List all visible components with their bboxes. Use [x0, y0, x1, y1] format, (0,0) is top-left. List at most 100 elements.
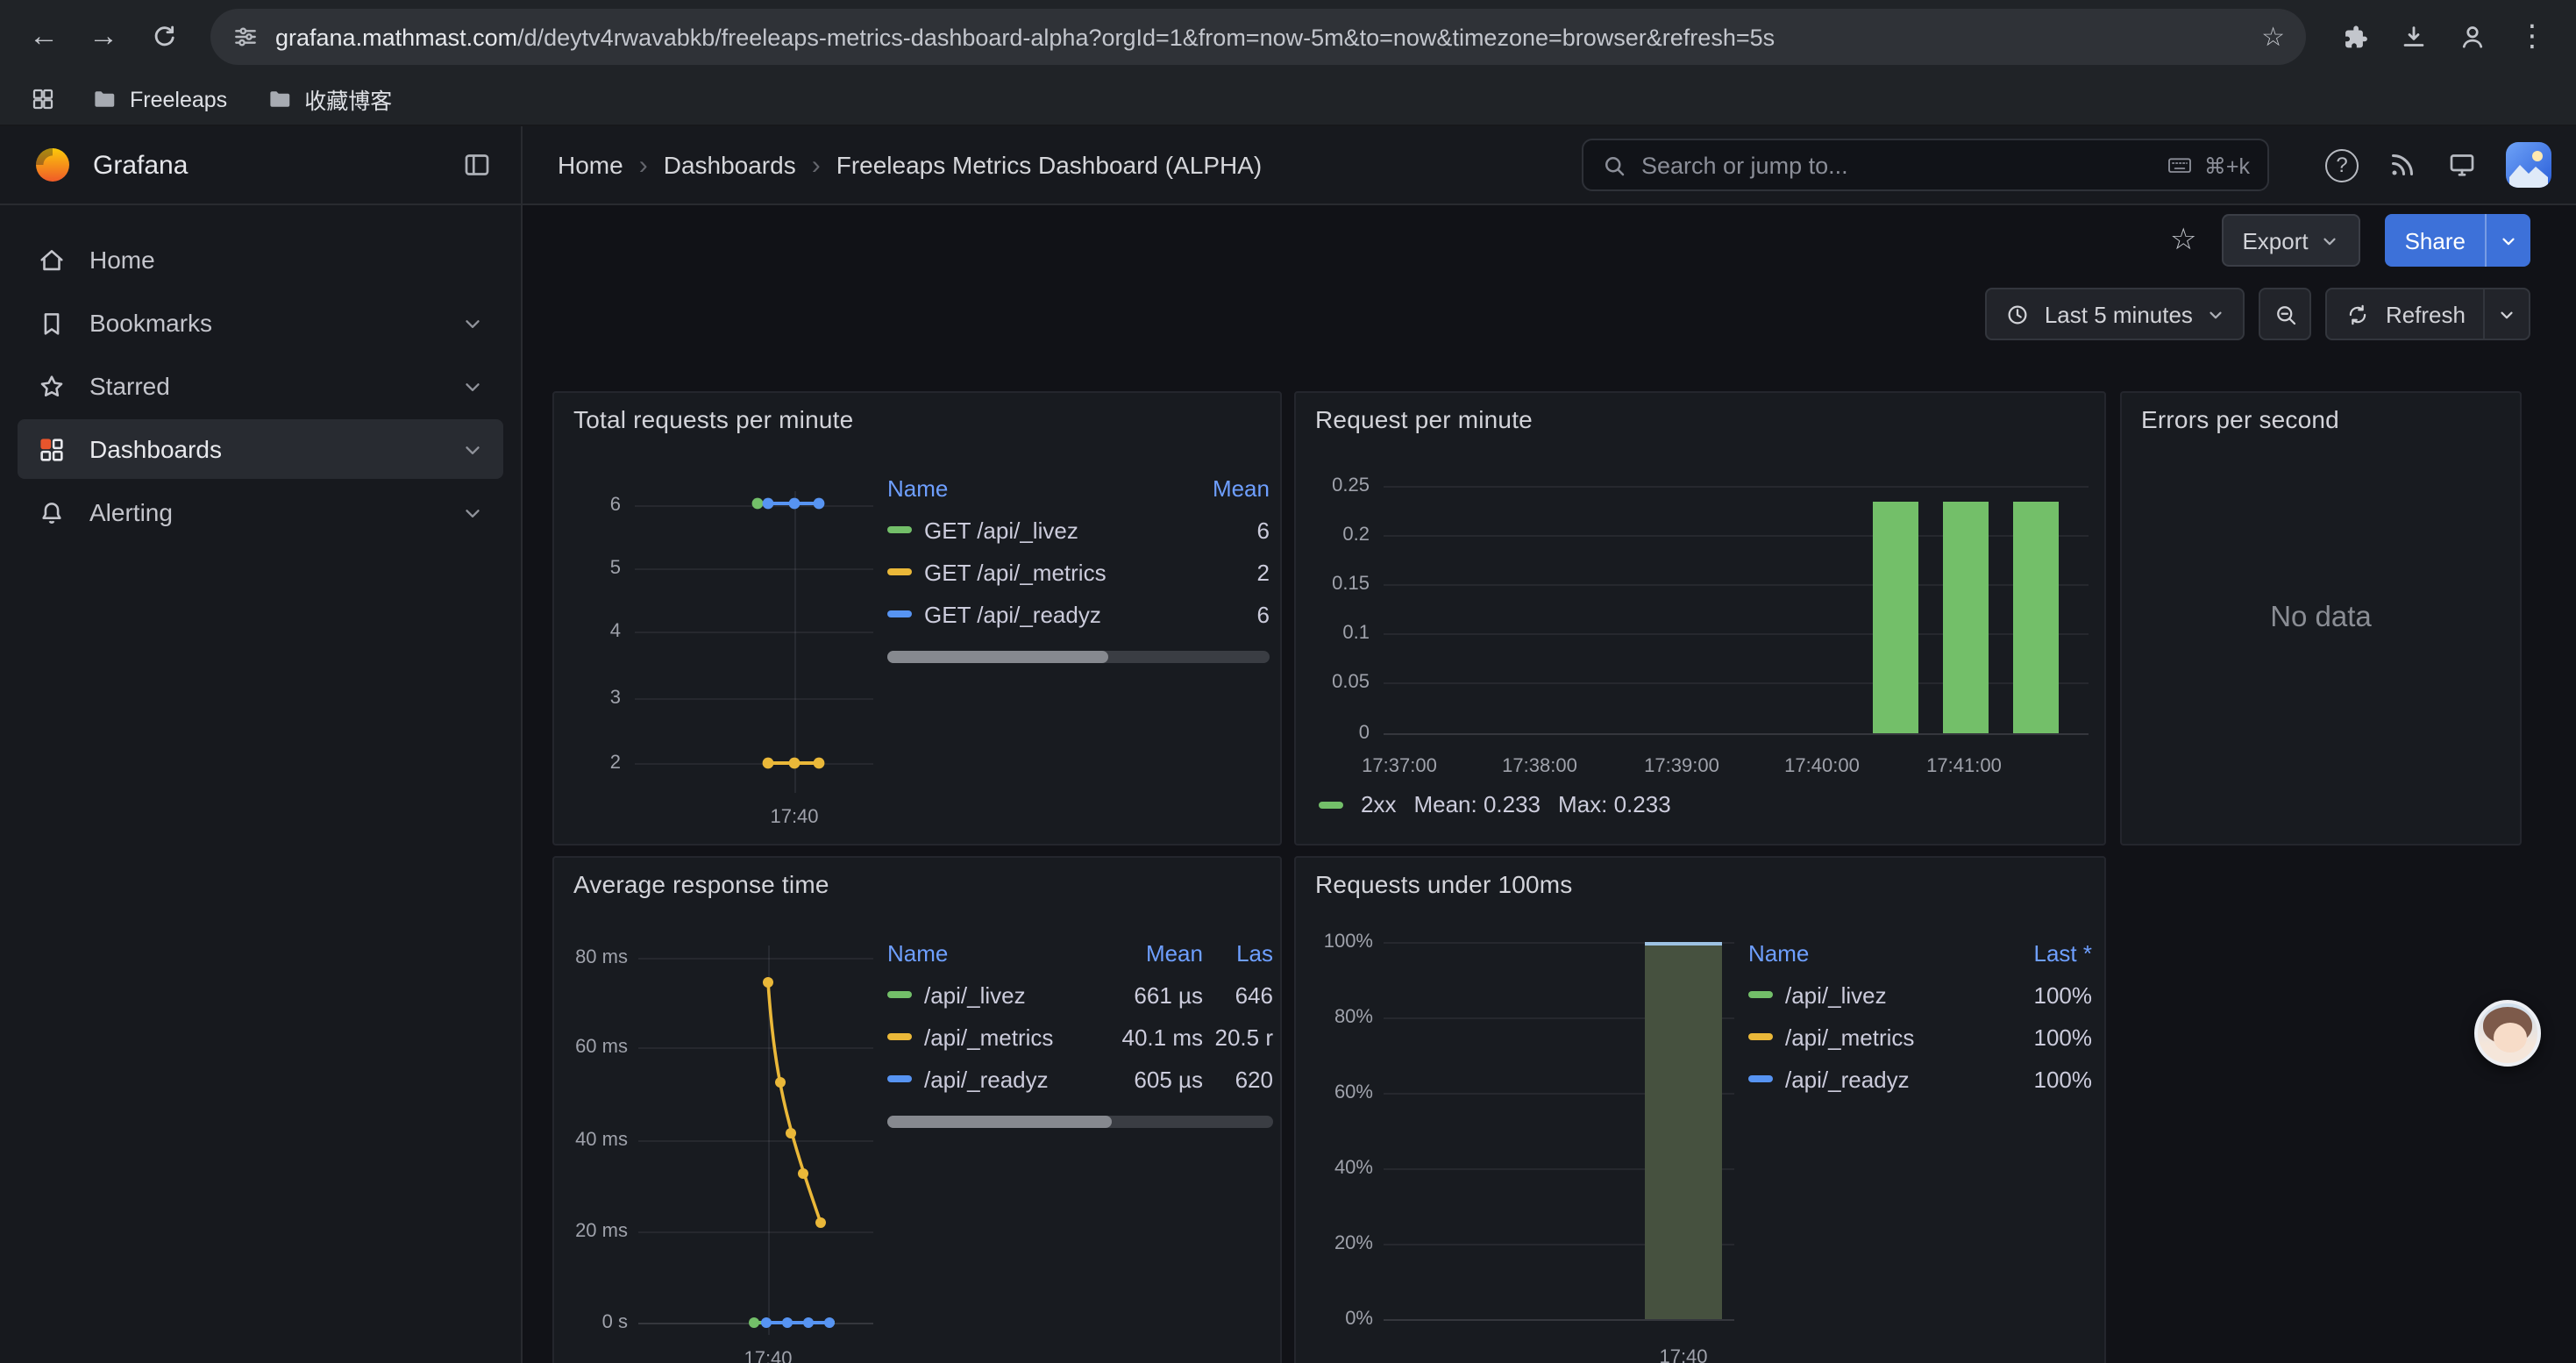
legend-row[interactable]: GET /api/_readyz 6 [887, 593, 1270, 635]
sidebar-nav: Home Bookmarks Starred Dashboards [0, 205, 523, 1363]
search-input[interactable] [1641, 152, 2152, 178]
chevron-down-icon[interactable] [461, 375, 484, 397]
bookmark-blog[interactable]: 收藏博客 [255, 77, 402, 121]
sidebar-item-starred[interactable]: Starred [18, 356, 503, 416]
bookmark-freeleaps[interactable]: Freeleaps [81, 81, 238, 118]
refresh-interval-button[interactable] [2483, 289, 2529, 339]
reload-icon[interactable] [137, 11, 189, 63]
monitor-icon[interactable] [2446, 149, 2478, 181]
legend-row[interactable]: /api/_livez 100% [1748, 974, 2092, 1016]
x-tick: 17:41:00 [1926, 756, 2002, 777]
assistant-avatar-bubble[interactable] [2474, 1000, 2541, 1067]
legend-row[interactable]: /api/_readyz 605 µs 620 [887, 1058, 1273, 1100]
legend-row[interactable]: /api/_metrics 100% [1748, 1016, 2092, 1058]
search-icon [1601, 152, 1627, 178]
site-settings-icon[interactable] [231, 23, 260, 51]
extensions-icon[interactable] [2327, 11, 2380, 63]
series-swatch [887, 991, 912, 998]
y-tick: 80% [1303, 1007, 1373, 1028]
legend-scrollbar[interactable] [887, 651, 1270, 663]
legend-col-name[interactable]: Name [887, 475, 1192, 501]
bookmark-label: Freeleaps [130, 87, 227, 111]
panel-request-per-minute: Request per minute 0.25 0.2 0.15 0.1 0.0… [1294, 391, 2106, 846]
folder-icon [266, 86, 292, 112]
forward-icon[interactable]: → [77, 11, 130, 63]
back-icon[interactable]: ← [18, 11, 70, 63]
legend-row[interactable]: GET /api/_livez 6 [887, 509, 1270, 551]
share-menu-button[interactable] [2485, 214, 2530, 267]
series-name[interactable]: 2xx [1361, 791, 1396, 817]
bookmark-star-icon[interactable]: ☆ [2261, 21, 2285, 53]
panel-errors-per-second: Errors per second No data [2120, 391, 2522, 846]
legend-col-name[interactable]: Name [887, 939, 1101, 966]
panel-title[interactable]: Requests under 100ms [1315, 870, 1573, 898]
legend-row[interactable]: /api/_livez 661 µs 646 [887, 974, 1273, 1016]
help-icon[interactable]: ? [2325, 148, 2359, 182]
y-tick: 20 ms [561, 1221, 628, 1242]
y-tick: 0% [1303, 1309, 1373, 1330]
zoom-out-icon [2273, 301, 2299, 327]
news-rss-icon[interactable] [2387, 149, 2418, 181]
chevron-down-icon[interactable] [461, 501, 484, 524]
search-input-container[interactable]: ⌘+k [1582, 139, 2269, 191]
dashboards-grid-icon [37, 434, 67, 464]
sidebar-item-bookmarks[interactable]: Bookmarks [18, 293, 503, 353]
favorite-star-icon[interactable]: ☆ [2170, 223, 2197, 258]
dashboard-main: ☆ Export Share Last 5 minutes [523, 205, 2576, 1363]
share-button[interactable]: Share [2386, 214, 2485, 267]
downloads-icon[interactable] [2387, 11, 2439, 63]
sidebar-item-alerting[interactable]: Alerting [18, 482, 503, 542]
legend-row[interactable]: /api/_readyz 100% [1748, 1058, 2092, 1100]
y-tick: 0.2 [1306, 525, 1370, 546]
bar-2xx [1943, 502, 1989, 733]
breadcrumb-home[interactable]: Home [558, 151, 623, 179]
panel-title[interactable]: Average response time [573, 870, 829, 898]
url-bar[interactable]: grafana.mathmast.com/d/deytv4rwavabkb/fr… [210, 9, 2306, 65]
sidebar-item-label: Starred [89, 372, 170, 400]
legend-col-last[interactable]: Last * [1994, 939, 2092, 966]
sidebar-item-home[interactable]: Home [18, 230, 503, 289]
y-tick: 0.1 [1306, 623, 1370, 644]
series-swatch [887, 1075, 912, 1082]
legend-col-mean[interactable]: Mean [1101, 939, 1203, 966]
star-icon [37, 371, 67, 401]
zoom-out-button[interactable] [2259, 288, 2312, 340]
avatar-face [2494, 1023, 2527, 1053]
user-avatar[interactable] [2506, 142, 2551, 188]
chevron-down-icon[interactable] [461, 438, 484, 460]
panel-title[interactable]: Total requests per minute [573, 405, 853, 433]
legend-row[interactable]: /api/_metrics 40.1 ms 20.5 r [887, 1016, 1273, 1058]
menu-kebab-icon[interactable]: ⋮ [2506, 11, 2558, 63]
sidebar-toggle-icon[interactable] [461, 149, 493, 181]
series-swatch [1319, 801, 1343, 808]
y-tick: 6 [565, 495, 621, 516]
sidebar-item-dashboards[interactable]: Dashboards [18, 419, 503, 479]
refresh-button[interactable]: Refresh [2328, 289, 2483, 339]
breadcrumb-current: Freeleaps Metrics Dashboard (ALPHA) [836, 151, 1263, 179]
apps-grid-icon[interactable] [21, 78, 63, 120]
y-tick: 3 [565, 688, 621, 709]
series-max: Max: 0.233 [1558, 791, 1671, 817]
breadcrumb-dashboards[interactable]: Dashboards [664, 151, 796, 179]
no-data-message: No data [2122, 393, 2520, 844]
breadcrumb: Home › Dashboards › Freeleaps Metrics Da… [558, 150, 1262, 180]
x-tick: 17:39:00 [1644, 756, 1719, 777]
y-tick: 80 ms [561, 947, 628, 968]
panel-title[interactable]: Request per minute [1315, 405, 1533, 433]
series-swatch [1748, 1075, 1773, 1082]
legend-col-mean[interactable]: Mean [1192, 475, 1270, 501]
bookmarks-bar: Freeleaps 收藏博客 [0, 74, 2576, 126]
keyboard-icon [2166, 151, 2194, 179]
series-swatch [887, 568, 912, 575]
chevron-down-icon[interactable] [461, 311, 484, 334]
legend-table: Name Mean Las /api/_livez 661 µs 646 /ap… [887, 931, 1273, 1128]
legend-col-name[interactable]: Name [1748, 939, 1994, 966]
legend-scrollbar[interactable] [887, 1116, 1273, 1128]
profile-icon[interactable] [2446, 11, 2499, 63]
export-button[interactable]: Export [2221, 214, 2360, 267]
legend-col-last[interactable]: Las [1203, 939, 1273, 966]
time-range-button[interactable]: Last 5 minutes [1985, 288, 2245, 340]
dashboard-toolbar: ☆ Export Share [523, 205, 2576, 275]
grafana-logo[interactable] [32, 144, 74, 186]
legend-row[interactable]: GET /api/_metrics 2 [887, 551, 1270, 593]
